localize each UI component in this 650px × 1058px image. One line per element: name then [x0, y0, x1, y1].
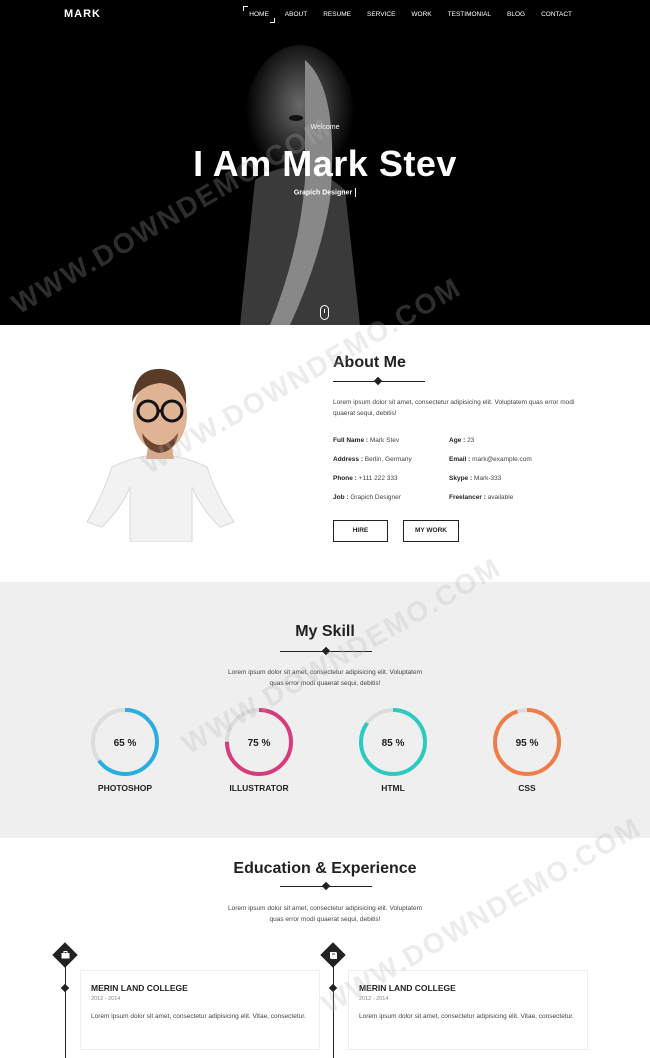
skill-photoshop: 65 % PHOTOSHOP: [70, 707, 180, 793]
info-value: Mark-333: [473, 475, 502, 482]
info-email: Email : mark@example.com: [449, 455, 532, 464]
education-card: MERIN LAND COLLEGE 2012 - 2014 Lorem ips…: [80, 970, 320, 1050]
nav-menu: HOME ABOUT RESUME SERVICE WORK TESTIMONI…: [241, 6, 580, 23]
info-label: Skype :: [449, 475, 473, 482]
nav-item-resume[interactable]: RESUME: [315, 10, 359, 19]
nav-item-work[interactable]: WORK: [403, 10, 439, 19]
skill-html: 85 % HTML: [338, 707, 448, 793]
skill-name: CSS: [518, 783, 536, 793]
info-full-name: Full Name : Mark Stev: [333, 436, 399, 445]
skill-ring: 85 %: [359, 708, 427, 776]
info-label: Age :: [449, 437, 466, 444]
education-card-date: 2012 - 2014: [91, 996, 121, 1002]
about-title: About Me: [333, 354, 406, 371]
nav-item-blog[interactable]: BLOG: [499, 10, 533, 19]
skill-percent-label: 95 %: [516, 738, 539, 749]
about-description: Lorem ipsum dolor sit amet, consectetur …: [333, 399, 575, 417]
info-age: Age : 23: [449, 436, 474, 445]
info-label: Email :: [449, 456, 471, 463]
education-title: Education & Experience: [233, 860, 417, 877]
timeline-dot: [60, 983, 70, 993]
info-label: Address :: [333, 456, 363, 463]
skill-title: My Skill: [295, 623, 355, 640]
hire-button[interactable]: HIRE: [333, 520, 388, 542]
hero-welcome: Welcome: [310, 124, 340, 131]
mouse-wheel: [324, 309, 325, 313]
info-value: Berlin, Germany: [364, 456, 412, 463]
timeline-line: [65, 963, 66, 1058]
info-phone: Phone : +111 222 333: [333, 474, 398, 483]
navbar: MARK HOME ABOUT RESUME SERVICE WORK TEST…: [0, 0, 650, 30]
info-job: Job : Grapich Designer: [333, 493, 401, 502]
education-title-diamond: [321, 881, 331, 891]
education-card-title: MERIN LAND COLLEGE: [359, 983, 456, 993]
education-section: Education & Experience Lorem ipsum dolor…: [0, 838, 650, 1058]
skill-name: PHOTOSHOP: [97, 783, 153, 793]
nav-item-service[interactable]: SERVICE: [359, 10, 403, 19]
skill-percent-label: 75 %: [248, 738, 271, 749]
about-photo: [86, 368, 235, 542]
info-value: Grapich Designer: [350, 494, 401, 501]
nav-item-testimonial[interactable]: TESTIMONIAL: [440, 10, 499, 19]
skill-css: 95 % CSS: [472, 707, 582, 793]
timeline-line: [333, 963, 334, 1058]
education-card-desc: Lorem ipsum dolor sit amet, consectetur …: [91, 1013, 306, 1020]
mouse-icon[interactable]: [320, 305, 329, 320]
info-label: Freelancer :: [449, 494, 486, 501]
skill-name: ILLUSTRATOR: [229, 783, 289, 793]
skill-percent-label: 85 %: [382, 738, 405, 749]
skill-ring: 65 %: [91, 708, 159, 776]
info-value: Mark Stev: [369, 437, 400, 444]
briefcase-icon: [56, 946, 74, 964]
education-card: MERIN LAND COLLEGE 2012 - 2014 Lorem ips…: [348, 970, 588, 1050]
info-value: +111 222 333: [358, 475, 398, 482]
skill-percent-label: 65 %: [114, 738, 137, 749]
info-skype: Skype : Mark-333: [449, 474, 501, 483]
skill-ring: 95 %: [493, 708, 561, 776]
my-work-button[interactable]: MY WORK: [403, 520, 459, 542]
about-section: About Me Lorem ipsum dolor sit amet, con…: [0, 325, 650, 582]
skill-title-diamond: [321, 646, 331, 656]
about-title-diamond: [373, 376, 383, 386]
nav-item-about[interactable]: ABOUT: [277, 10, 315, 19]
info-freelancer: Freelancer : available: [449, 493, 513, 502]
hero-subtitle-text: Grapich Designer: [293, 189, 353, 197]
info-label: Job :: [333, 494, 349, 501]
hero-title: I Am Mark Stev: [193, 143, 457, 184]
skill-ring: 75 %: [225, 708, 293, 776]
typing-caret: [355, 188, 357, 197]
education-description-line2: quas error modi quaerat sequi, debitis!: [269, 916, 381, 923]
info-value: 23: [467, 437, 475, 444]
info-label: Phone :: [333, 475, 357, 482]
brand-logo[interactable]: MARK: [64, 8, 101, 20]
skill-description-line1: Lorem ipsum dolor sit amet, consectetur …: [227, 669, 422, 676]
education-description-line1: Lorem ipsum dolor sit amet, consectetur …: [227, 905, 422, 912]
info-value: available: [487, 494, 514, 501]
education-card-title: MERIN LAND COLLEGE: [91, 983, 188, 993]
skill-name: HTML: [381, 783, 405, 793]
page: MARK HOME ABOUT RESUME SERVICE WORK TEST…: [0, 0, 650, 1058]
hero-subtitle: Grapich Designer: [0, 188, 650, 197]
education-card-date: 2012 - 2014: [359, 996, 389, 1002]
education-card-desc: Lorem ipsum dolor sit amet, consectetur …: [359, 1013, 574, 1020]
skill-illustrator: 75 % ILLUSTRATOR: [204, 707, 314, 793]
nav-item-contact[interactable]: CONTACT: [533, 10, 580, 19]
hero-section: MARK HOME ABOUT RESUME SERVICE WORK TEST…: [0, 0, 650, 325]
info-value: mark@example.com: [472, 456, 532, 463]
book-icon: [324, 946, 342, 964]
nav-item-home[interactable]: HOME: [241, 6, 277, 23]
skill-section: My Skill Lorem ipsum dolor sit amet, con…: [0, 582, 650, 838]
skill-description-line2: quas error modi quaerat sequi, debitis!: [269, 680, 381, 687]
timeline-dot: [328, 983, 338, 993]
info-label: Full Name :: [333, 437, 369, 444]
info-address: Address : Berlin, Germany: [333, 455, 412, 464]
